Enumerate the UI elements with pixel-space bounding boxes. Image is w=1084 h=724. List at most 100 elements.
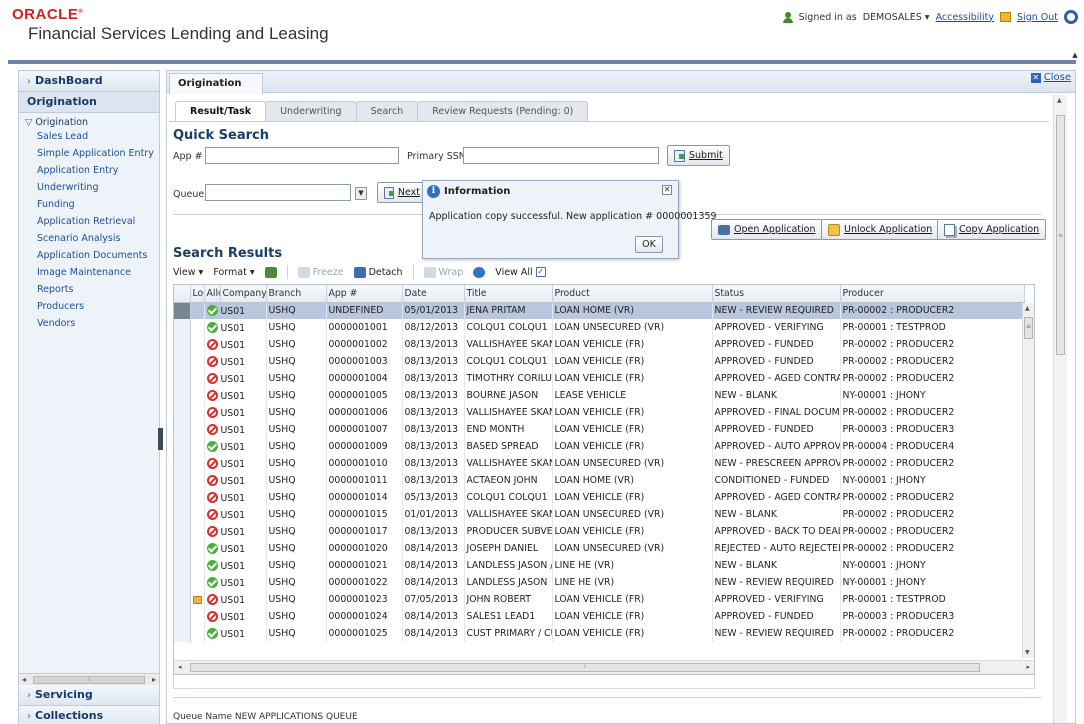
nav-item-underwriting[interactable]: Underwriting xyxy=(19,179,159,196)
primary-ssn-input[interactable] xyxy=(463,147,659,164)
columns-button[interactable] xyxy=(264,266,277,278)
row-selector[interactable] xyxy=(174,421,191,438)
accordion-dashboard[interactable]: › DashBoard xyxy=(19,71,159,92)
queue-dropdown-icon[interactable]: ▼ xyxy=(355,187,367,200)
table-row[interactable]: US01 USHQ 0000001004 08/13/2013 TIMOTHRY COR… xyxy=(174,370,1025,387)
column-header-branch[interactable]: Branch xyxy=(266,285,327,303)
column-header-lock[interactable]: Lock xyxy=(190,285,205,303)
row-selector[interactable] xyxy=(174,591,191,608)
column-header-date[interactable]: Date xyxy=(402,285,465,303)
row-selector[interactable] xyxy=(174,506,191,523)
table-row[interactable]: US01 USHQ 0000001009 08/13/2013 BASED SPREAD… xyxy=(174,438,1025,455)
table-row[interactable]: US01 USHQ 0000001003 08/13/2013 COLQU1 COLQU… xyxy=(174,353,1025,370)
accordion-servicing[interactable]: › Servicing xyxy=(19,685,159,706)
column-header-status[interactable]: Status xyxy=(712,285,841,303)
tab-search[interactable]: Search xyxy=(355,101,419,121)
table-hscroll-thumb[interactable]: ⁞ xyxy=(190,663,980,672)
scroll-right-icon[interactable]: ▸ xyxy=(152,675,156,684)
unlock-application-button[interactable]: Unlock Application xyxy=(821,219,940,240)
table-row[interactable]: US01 USHQ 0000001011 08/13/2013 ACTAEON JOHN… xyxy=(174,472,1025,489)
nav-item-application-documents[interactable]: Application Documents xyxy=(19,247,159,264)
column-header-title[interactable]: Title xyxy=(464,285,553,303)
scroll-left-icon[interactable]: ◂ xyxy=(22,675,26,684)
nav-item-vendors[interactable]: Vendors xyxy=(19,315,159,332)
table-row[interactable]: US01 USHQ 0000001017 08/13/2013 PRODUCER SUB… xyxy=(174,523,1025,540)
row-selector[interactable] xyxy=(174,625,191,642)
row-selector[interactable] xyxy=(174,540,191,557)
row-selector[interactable] xyxy=(174,353,191,370)
column-header-allow[interactable]: Allo xyxy=(204,285,221,303)
scroll-left-icon[interactable]: ◂ xyxy=(178,663,182,671)
next-button[interactable]: Next xyxy=(377,182,427,203)
row-selector[interactable] xyxy=(174,336,191,353)
row-selector[interactable] xyxy=(174,387,191,404)
row-selector[interactable] xyxy=(174,370,191,387)
nav-item-producers[interactable]: Producers xyxy=(19,298,159,315)
queue-select[interactable] xyxy=(205,184,351,201)
nav-item-image-maintenance[interactable]: Image Maintenance xyxy=(19,264,159,281)
table-vertical-scrollbar[interactable]: ▲ ≡ ▼ xyxy=(1022,303,1034,658)
table-row[interactable]: US01 USHQ 0000001014 05/13/2013 COLQU1 COLQU… xyxy=(174,489,1025,506)
open-application-button[interactable]: Open Application xyxy=(711,219,823,240)
detach-button[interactable]: Detach xyxy=(353,266,403,278)
dialog-ok-button[interactable]: OK xyxy=(635,236,663,253)
table-scroll-thumb[interactable]: ≡ xyxy=(1024,317,1033,339)
table-row[interactable]: US01 USHQ 0000001010 08/13/2013 VALLISHAYEE … xyxy=(174,455,1025,472)
row-selector[interactable] xyxy=(174,472,191,489)
table-row[interactable]: US01 USHQ 0000001024 08/14/2013 SALES1 LEAD1… xyxy=(174,608,1025,625)
table-row[interactable]: US01 USHQ 0000001020 08/14/2013 JOSEPH DANIE… xyxy=(174,540,1025,557)
main-vertical-scrollbar[interactable]: ▲ ≡ xyxy=(1053,95,1067,723)
nav-item-sales-lead[interactable]: Sales Lead xyxy=(19,128,159,145)
scroll-up-icon[interactable]: ▲ xyxy=(1025,305,1030,312)
table-row[interactable]: US01 USHQ 0000001005 08/13/2013 BOURNE JASON… xyxy=(174,387,1025,404)
column-header-company[interactable]: Company xyxy=(220,285,267,303)
column-header-app-number[interactable]: App # xyxy=(326,285,403,303)
user-menu[interactable]: DEMOSALES ▾ xyxy=(863,12,930,23)
row-selector[interactable] xyxy=(174,608,191,625)
row-selector[interactable] xyxy=(174,319,191,336)
row-selector[interactable] xyxy=(174,523,191,540)
copy-application-button[interactable]: Copy Application xyxy=(937,219,1047,240)
submit-button[interactable]: Submit xyxy=(667,145,730,166)
view-all-toggle[interactable]: View All ✓ xyxy=(495,267,546,278)
app-number-input[interactable] xyxy=(205,147,399,164)
scroll-up-icon[interactable]: ▲ xyxy=(1057,97,1062,104)
table-row[interactable]: US01 USHQ 0000001023 07/05/2013 JOHN ROBERT L… xyxy=(174,591,1025,608)
nav-scroll-thumb[interactable]: ⁞ xyxy=(33,676,145,684)
table-row[interactable]: US01 USHQ 0000001021 08/14/2013 LANDLESS JAS… xyxy=(174,557,1025,574)
accordion-origination[interactable]: Origination xyxy=(19,92,159,113)
page-scroll-up-icon[interactable]: ▲ xyxy=(1070,51,1080,60)
nav-item-scenario-analysis[interactable]: Scenario Analysis xyxy=(19,230,159,247)
row-selector[interactable] xyxy=(174,557,191,574)
table-row[interactable]: US01 USHQ UNDEFINED 05/01/2013 JENA PRITAM LO… xyxy=(174,302,1025,319)
dialog-close-icon[interactable]: ✕ xyxy=(662,185,672,195)
table-row[interactable]: US01 USHQ 0000001025 08/14/2013 CUST PRIMARY… xyxy=(174,625,1025,642)
table-row[interactable]: US01 USHQ 0000001001 08/12/2013 COLQU1 COLQU… xyxy=(174,319,1025,336)
row-selector[interactable] xyxy=(174,438,191,455)
wrap-button[interactable]: Wrap xyxy=(423,266,463,278)
table-horizontal-scrollbar[interactable]: ◂ ⁞ ▸ xyxy=(174,660,1034,674)
view-all-checkbox[interactable]: ✓ xyxy=(535,267,546,277)
sign-out-link[interactable]: Sign Out xyxy=(1017,12,1058,23)
tree-root-origination[interactable]: ▽ Origination xyxy=(19,113,159,128)
accessibility-link[interactable]: Accessibility xyxy=(936,12,994,23)
scroll-down-icon[interactable]: ▼ xyxy=(1025,649,1030,656)
nav-item-reports[interactable]: Reports xyxy=(19,281,159,298)
tab-result-task[interactable]: Result/Task xyxy=(175,101,267,121)
nav-item-application-entry[interactable]: Application Entry xyxy=(19,162,159,179)
column-header-producer[interactable]: Producer xyxy=(840,285,1025,303)
table-row[interactable]: US01 USHQ 0000001006 08/13/2013 VALLISHAYEE … xyxy=(174,404,1025,421)
tab-review-requests[interactable]: Review Requests (Pending: 0) xyxy=(417,101,589,121)
tab-underwriting[interactable]: Underwriting xyxy=(265,101,357,121)
row-selector[interactable] xyxy=(174,302,191,319)
table-row[interactable]: US01 USHQ 0000001002 08/13/2013 VALLISHAYEE … xyxy=(174,336,1025,353)
row-selector[interactable] xyxy=(174,574,191,591)
main-scroll-thumb[interactable]: ≡ xyxy=(1056,115,1065,355)
accordion-collections[interactable]: › Collections xyxy=(19,706,159,724)
table-row[interactable]: US01 USHQ 0000001007 08/13/2013 END MONTH LOA… xyxy=(174,421,1025,438)
nav-horizontal-scrollbar[interactable]: ◂ ⁞ ▸ xyxy=(19,673,159,685)
collapse-panel-handle[interactable] xyxy=(158,428,163,450)
table-row[interactable]: US01 USHQ 0000001015 01/01/2013 VALLISHAYEE … xyxy=(174,506,1025,523)
row-selector[interactable] xyxy=(174,455,191,472)
format-menu[interactable]: Format ▾ xyxy=(213,267,254,278)
